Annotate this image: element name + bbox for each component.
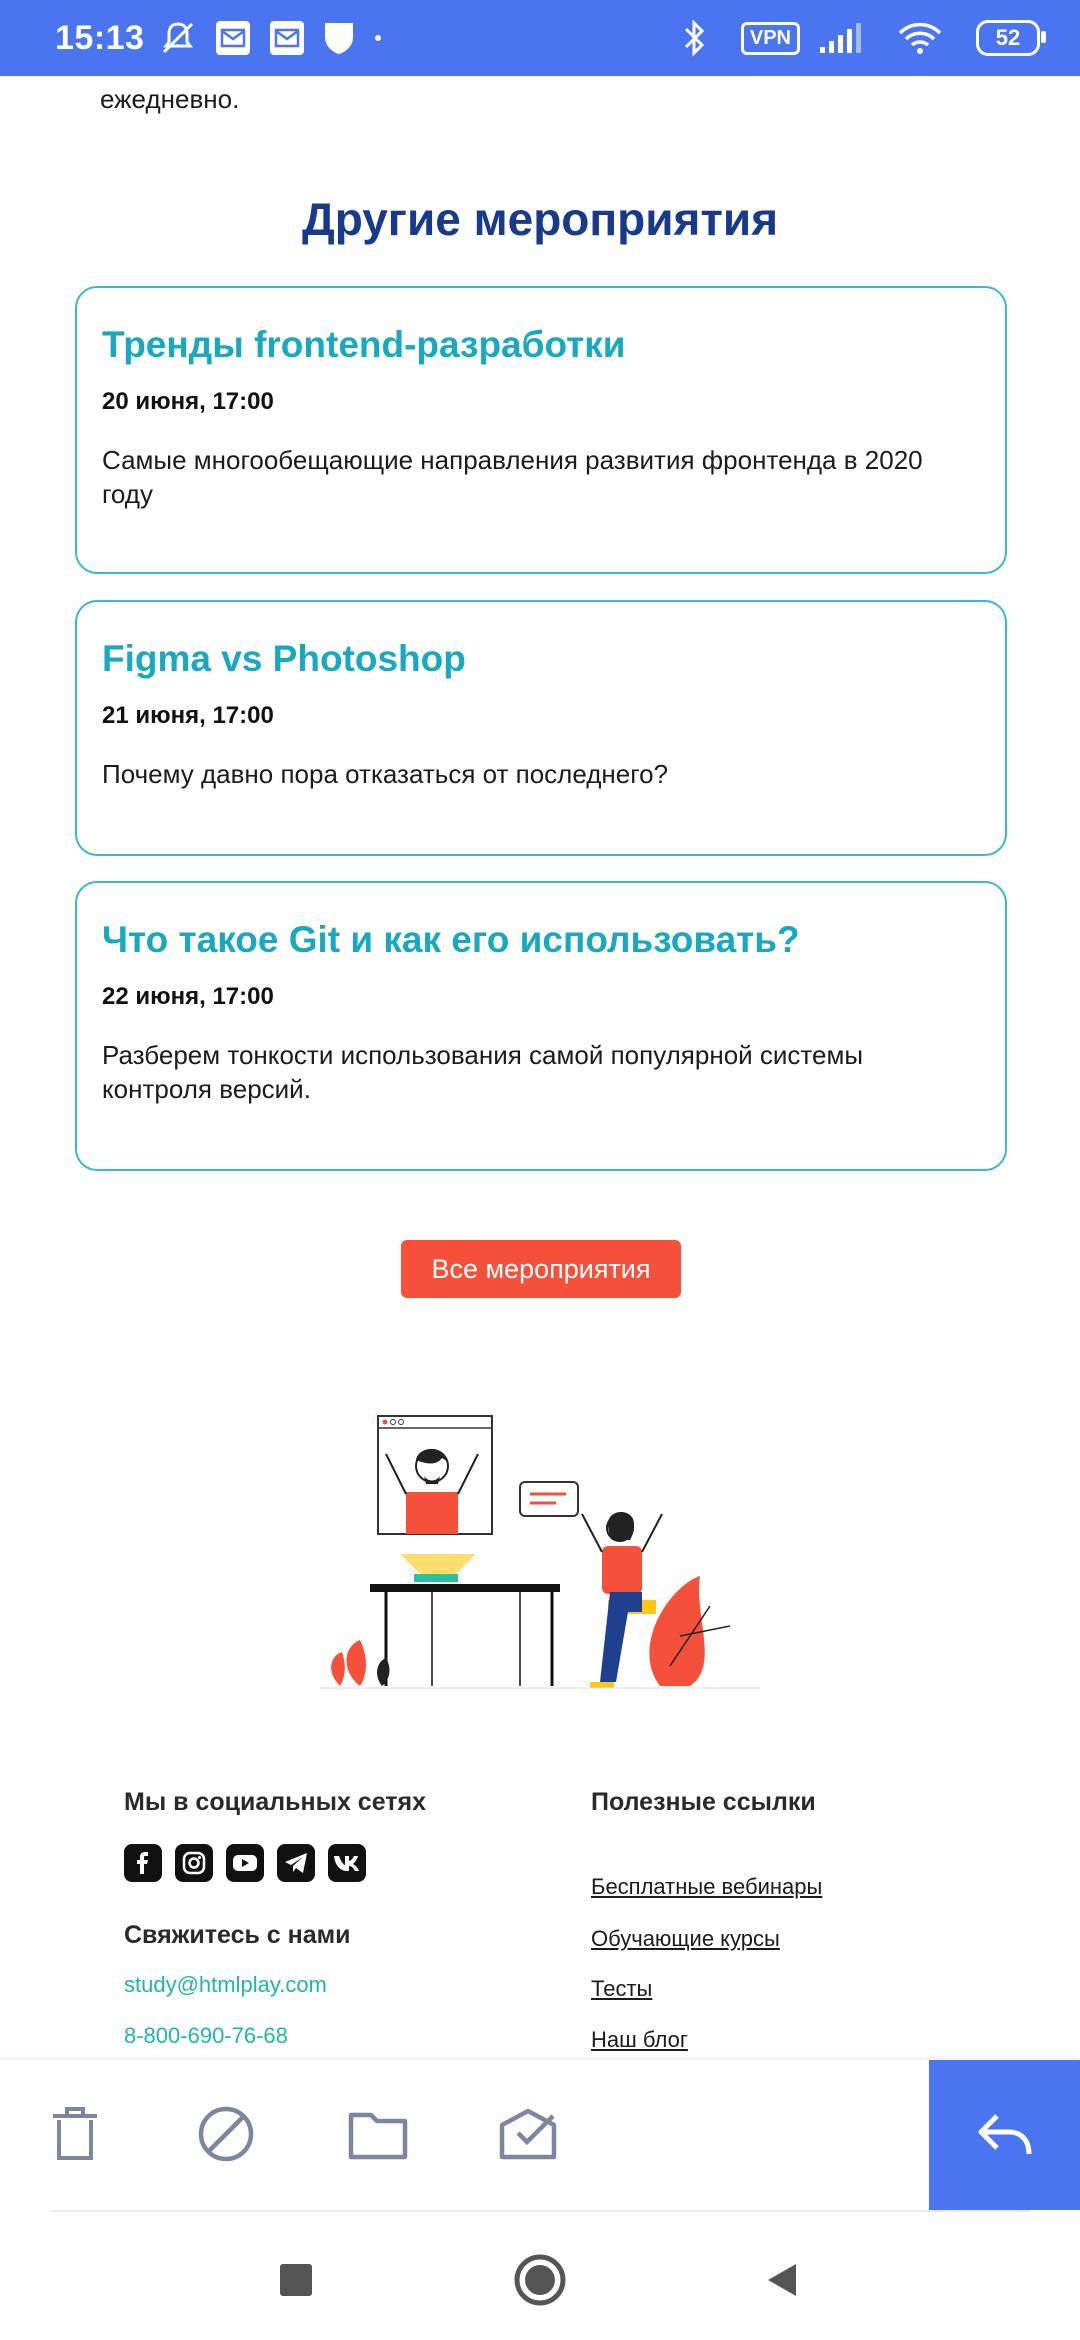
back-icon[interactable]: [750, 2248, 814, 2312]
recent-apps-icon[interactable]: [264, 2248, 328, 2312]
facebook-icon[interactable]: [124, 1844, 162, 1882]
event-card[interactable]: Что такое Git и как его использовать? 22…: [75, 881, 1007, 1171]
telegram-icon[interactable]: [277, 1844, 315, 1882]
useful-link-courses[interactable]: Обучающие курсы: [591, 1926, 780, 1952]
useful-link-blog[interactable]: Наш блог: [591, 2027, 688, 2053]
useful-link-tests[interactable]: Тесты: [591, 1976, 652, 2002]
system-nav-bar: [0, 2210, 1080, 2340]
battery-indicator: 52: [976, 20, 1046, 56]
home-icon[interactable]: [508, 2248, 572, 2312]
event-description: Самые многообещающие направления развити…: [102, 445, 923, 509]
event-date: 22 июня, 17:00: [102, 983, 274, 1010]
event-card[interactable]: Тренды frontend-разработки 20 июня, 17:0…: [75, 286, 1007, 574]
article-tail-text: ежедневно.: [100, 84, 240, 114]
dot-icon: [372, 32, 384, 44]
contact-phone-link[interactable]: 8-800-690-76-68: [124, 2023, 288, 2049]
all-events-button[interactable]: Все мероприятия: [401, 1240, 681, 1298]
event-title[interactable]: Тренды frontend-разработки: [102, 324, 626, 366]
useful-links-title: Полезные ссылки: [591, 1788, 816, 1816]
mail-icon: [268, 19, 306, 57]
mute-notifications-icon: [158, 18, 198, 58]
social-section-title: Мы в социальных сетях: [124, 1788, 427, 1816]
contact-section-title: Свяжитесь с нами: [124, 1921, 351, 1949]
event-date: 21 июня, 17:00: [102, 702, 274, 729]
youtube-icon[interactable]: [226, 1844, 264, 1882]
useful-link-webinars[interactable]: Бесплатные вебинары: [591, 1874, 822, 1900]
contact-email-link[interactable]: study@htmlplay.com: [124, 1972, 327, 1998]
reply-icon: [978, 2114, 1031, 2155]
block-icon[interactable]: [194, 2102, 258, 2166]
mail-icon: [214, 19, 252, 57]
reply-button[interactable]: [929, 2060, 1080, 2210]
event-description: Разберем тонкости использования самой по…: [102, 1040, 864, 1104]
event-title[interactable]: Что такое Git и как его использовать?: [102, 919, 800, 961]
shield-icon: [322, 19, 356, 57]
vk-icon[interactable]: [328, 1844, 366, 1882]
trash-icon[interactable]: [43, 2102, 107, 2166]
wifi-icon: [898, 21, 942, 55]
social-icons-row: [124, 1844, 366, 1882]
event-date: 20 июня, 17:00: [102, 388, 274, 415]
event-title[interactable]: Figma vs Photoshop: [102, 638, 466, 680]
event-description: Почему давно пора отказаться от последне…: [102, 759, 669, 789]
bluetooth-icon: [683, 19, 707, 57]
status-time: 15:13: [55, 18, 145, 57]
status-bar: 15:13 VPN 52: [0, 0, 1080, 76]
events-section-title: Другие мероприятия: [301, 193, 779, 245]
event-card[interactable]: Figma vs Photoshop 21 июня, 17:00 Почему…: [75, 600, 1007, 856]
mail-action-bar: [0, 2060, 1080, 2210]
instagram-icon[interactable]: [175, 1844, 213, 1882]
folder-icon[interactable]: [346, 2102, 410, 2166]
signal-icon: [818, 21, 864, 55]
people-illustration: [320, 1415, 760, 1689]
vpn-badge: VPN: [740, 21, 800, 55]
divider: [50, 2210, 1030, 2212]
mark-done-icon[interactable]: [497, 2102, 561, 2166]
